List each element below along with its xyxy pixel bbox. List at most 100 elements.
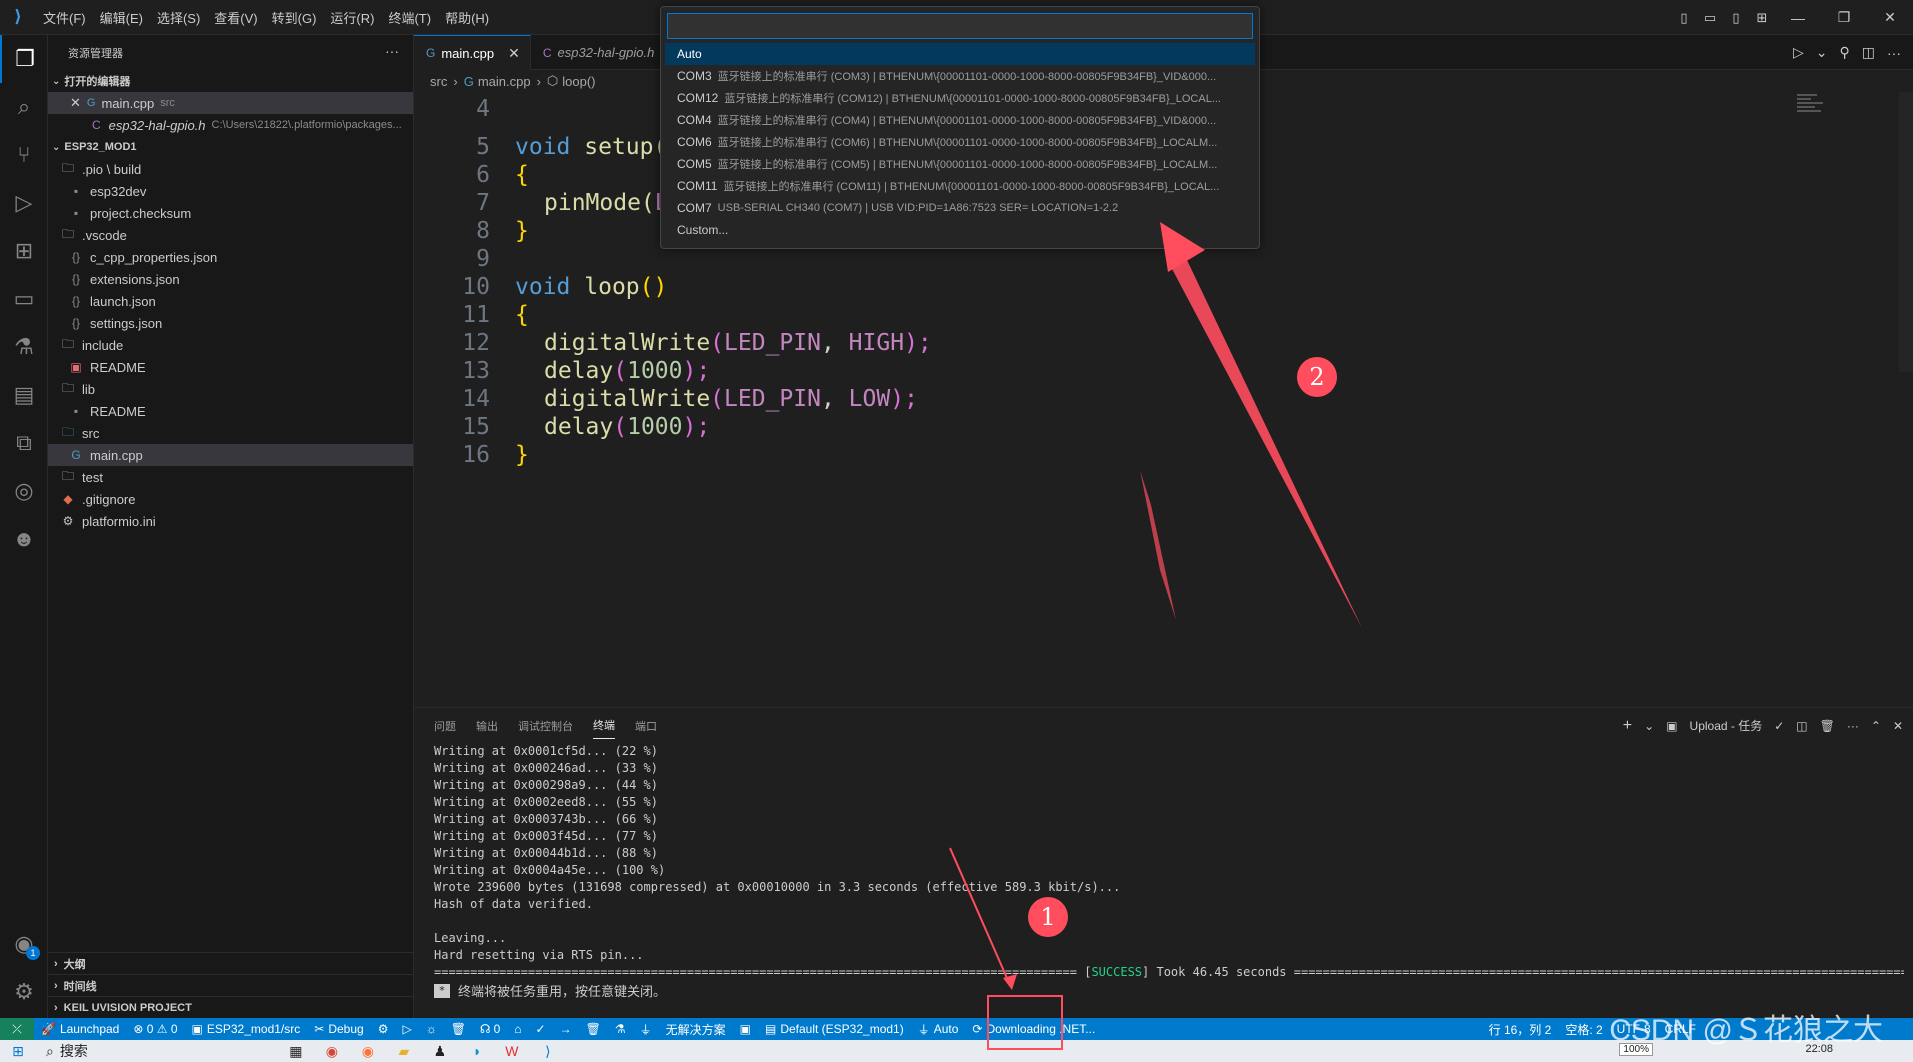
build-check-icon[interactable]: ✓ bbox=[529, 1018, 553, 1040]
tree-item-readme[interactable]: ▣ README bbox=[48, 356, 413, 378]
tree-item-launch[interactable]: {} launch.json bbox=[48, 290, 413, 312]
vscode-taskbar-icon[interactable]: ⟩ bbox=[530, 1040, 566, 1062]
tree-item-main-cpp[interactable]: Gmain.cpp bbox=[48, 444, 413, 466]
outline-section[interactable]: › 大纲 bbox=[48, 952, 413, 974]
tree-item-include[interactable]: 🗀 include bbox=[48, 334, 413, 356]
more-actions-icon[interactable]: ··· bbox=[1887, 45, 1901, 61]
menu-run[interactable]: 运行(R) bbox=[323, 0, 381, 35]
panel-tab-terminal[interactable]: 终端 bbox=[593, 713, 615, 739]
keil-section[interactable]: › KEIL UVISION PROJECT bbox=[48, 996, 413, 1018]
tree-item-checksum[interactable]: ▪ project.checksum bbox=[48, 202, 413, 224]
search-icon[interactable]: ⌕ bbox=[0, 83, 48, 131]
split-editor-icon[interactable]: ◫ bbox=[1862, 44, 1875, 61]
account-icon[interactable]: ◉ bbox=[0, 920, 48, 968]
taskbar-search[interactable]: ⌕ 搜索 bbox=[36, 1040, 98, 1062]
tab-main-cpp[interactable]: G main.cpp ✕ bbox=[414, 35, 531, 70]
editor-scrollbar[interactable] bbox=[1899, 92, 1913, 372]
clean-trash-icon[interactable]: 🗑 bbox=[579, 1018, 608, 1040]
launchpad-item[interactable]: 🚀 Launchpad bbox=[34, 1018, 126, 1040]
menu-terminal[interactable]: 终端(T) bbox=[381, 0, 438, 35]
project-item[interactable]: ▣ ESP32_mod1/src bbox=[185, 1018, 308, 1040]
wps-icon[interactable]: W bbox=[494, 1040, 530, 1062]
quick-pick-item[interactable]: COM11 蓝牙链接上的标准串行 (COM11) | BTHENUM\{00001… bbox=[665, 175, 1255, 197]
qq-icon[interactable]: ♟ bbox=[422, 1040, 458, 1062]
quick-pick-item[interactable]: COM5 蓝牙链接上的标准串行 (COM5) | BTHENUM\{0000110… bbox=[665, 153, 1255, 175]
tree-item-platformio-ini[interactable]: ⚙ platformio.ini bbox=[48, 510, 413, 532]
quick-pick-item[interactable]: COM4 蓝牙链接上的标准串行 (COM4) | BTHENUM\{0000110… bbox=[665, 109, 1255, 131]
settings-status-icon[interactable]: ⚙ bbox=[371, 1018, 396, 1040]
remote-explorer-icon[interactable]: ▭ bbox=[0, 275, 48, 323]
tree-item-pio[interactable]: 🗀 .pio \ build bbox=[48, 158, 413, 180]
debug-icon[interactable]: ⚲ bbox=[1840, 44, 1850, 61]
clipboard-icon[interactable]: ▤ bbox=[0, 371, 48, 419]
project-header[interactable]: ⌄ ESP32_MOD1 bbox=[48, 136, 413, 158]
chrome-icon[interactable]: ◉ bbox=[314, 1040, 350, 1062]
menu-help[interactable]: 帮助(H) bbox=[438, 0, 496, 35]
trash-icon[interactable]: 🗑 bbox=[1820, 719, 1835, 733]
quick-pick-item[interactable]: Custom... bbox=[665, 219, 1255, 241]
timeline-section[interactable]: › 时间线 bbox=[48, 974, 413, 996]
run-debug-icon[interactable]: ▷ bbox=[0, 179, 48, 227]
breadcrumb-item[interactable]: main.cpp bbox=[478, 74, 531, 89]
open-editor-main-cpp[interactable]: ✕ G main.cpp src bbox=[48, 92, 413, 114]
quick-pick-item[interactable]: COM3 蓝牙链接上的标准串行 (COM3) | BTHENUM\{0000110… bbox=[665, 65, 1255, 87]
tab-esp32-hal-gpio[interactable]: C esp32-hal-gpio.h bbox=[531, 35, 666, 70]
split-terminal-icon[interactable]: ◫ bbox=[1796, 719, 1807, 733]
terminal-output[interactable]: Writing at 0x0001cf5d... (22 %) Writing … bbox=[434, 744, 1904, 1000]
structure-icon[interactable]: ⧉ bbox=[0, 419, 48, 467]
quick-pick-item[interactable]: COM12 蓝牙链接上的标准串行 (COM12) | BTHENUM\{00001… bbox=[665, 87, 1255, 109]
toggle-secondary-sidebar-icon[interactable]: ▯ bbox=[1723, 0, 1749, 35]
ports-item[interactable]: ☊ 0 bbox=[473, 1018, 507, 1040]
tree-item-readme[interactable]: ▪ README bbox=[48, 400, 413, 422]
quick-pick-item[interactable]: COM7 USB-SERIAL CH340 (COM7) | USB VID:PI… bbox=[665, 197, 1255, 219]
unresolved-item[interactable]: 无解决方案 bbox=[659, 1018, 733, 1040]
tree-item-test[interactable]: 🗀 test bbox=[48, 466, 413, 488]
panel-tab-ports[interactable]: 端口 bbox=[635, 708, 657, 743]
plug-icon[interactable]: ⏚ bbox=[633, 1018, 659, 1040]
test-flask-icon[interactable]: ⚗ bbox=[608, 1018, 633, 1040]
edge-icon[interactable]: ◑ bbox=[458, 1040, 494, 1062]
gitlens-icon[interactable]: ◎ bbox=[0, 467, 48, 515]
menu-go[interactable]: 转到(G) bbox=[265, 0, 324, 35]
tree-item-lib[interactable]: 🗀 lib bbox=[48, 378, 413, 400]
restore-button[interactable]: ❐ bbox=[1821, 0, 1867, 35]
run-status-icon[interactable]: ▷ bbox=[395, 1018, 418, 1040]
indentation[interactable]: 空格: 2 bbox=[1558, 1018, 1609, 1040]
tree-item-vscode[interactable]: 🗀 .vscode bbox=[48, 224, 413, 246]
tree-item-settings[interactable]: {} settings.json bbox=[48, 312, 413, 334]
tree-item-gitignore[interactable]: ◆ .gitignore bbox=[48, 488, 413, 510]
chevron-down-icon[interactable]: ⌄ bbox=[1816, 44, 1828, 61]
minimap[interactable] bbox=[1797, 92, 1857, 132]
tree-item-c-cpp-properties[interactable]: {} c_cpp_properties.json bbox=[48, 246, 413, 268]
debug-status-icon[interactable]: ☼ bbox=[419, 1018, 444, 1040]
quick-pick-item[interactable]: Auto bbox=[665, 43, 1255, 65]
open-editors-header[interactable]: ⌄ 打开的编辑器 bbox=[48, 70, 413, 92]
task-view-icon[interactable]: ▦ bbox=[278, 1040, 314, 1062]
explorer-icon[interactable]: ❐ bbox=[0, 35, 48, 83]
run-icon[interactable]: ▷ bbox=[1793, 44, 1804, 61]
home-icon[interactable]: ⌂ bbox=[507, 1018, 528, 1040]
problems-item[interactable]: ⊗ 0 ⚠ 0 bbox=[126, 1018, 184, 1040]
close-window-button[interactable]: ✕ bbox=[1867, 0, 1913, 35]
file-explorer-icon[interactable]: ▰ bbox=[386, 1040, 422, 1062]
breadcrumb-item[interactable]: src bbox=[430, 74, 447, 89]
close-icon[interactable]: ✕ bbox=[70, 95, 81, 111]
panel-tab-debug-console[interactable]: 调试控制台 bbox=[518, 708, 573, 743]
chevron-down-icon[interactable]: ⌄ bbox=[1644, 719, 1654, 733]
breadcrumb-item[interactable]: loop() bbox=[562, 74, 595, 89]
close-tab-icon[interactable]: ✕ bbox=[508, 45, 520, 62]
menu-selection[interactable]: 选择(S) bbox=[150, 0, 207, 35]
close-panel-icon[interactable]: ✕ bbox=[1893, 719, 1903, 733]
debug-item[interactable]: ✂ Debug bbox=[307, 1018, 370, 1040]
tree-item-src[interactable]: 🗀 src bbox=[48, 422, 413, 444]
trash-status-icon[interactable]: 🗑 bbox=[444, 1018, 473, 1040]
toggle-panel-icon[interactable]: ▭ bbox=[1697, 0, 1723, 35]
tree-item-extensions[interactable]: {} extensions.json bbox=[48, 268, 413, 290]
panel-tab-problems[interactable]: 问题 bbox=[434, 708, 456, 743]
cursor-position[interactable]: 行 16，列 2 bbox=[1482, 1018, 1559, 1040]
task-label[interactable]: Upload - 任务 bbox=[1690, 717, 1763, 734]
maximize-panel-icon[interactable]: ⌃ bbox=[1871, 719, 1881, 733]
platformio-icon[interactable]: ☻ bbox=[0, 515, 48, 563]
settings-gear-icon[interactable]: ⚙ bbox=[0, 968, 48, 1016]
tree-item-esp32dev[interactable]: ▪ esp32dev bbox=[48, 180, 413, 202]
